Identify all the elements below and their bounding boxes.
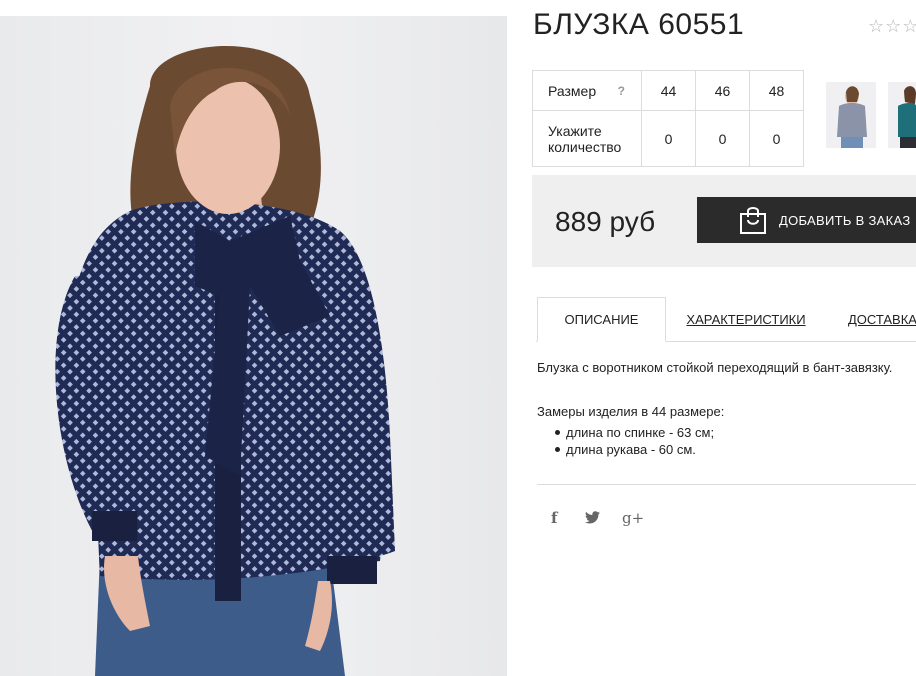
star-icon[interactable]: ☆	[868, 16, 884, 36]
size-44: 44	[641, 70, 696, 111]
shopping-bag-icon	[740, 207, 766, 234]
twitter-icon[interactable]	[585, 509, 600, 524]
quantity-input-48[interactable]: 0	[749, 110, 804, 167]
product-photo[interactable]	[0, 16, 507, 676]
quantity-label: Укажите количество	[532, 110, 642, 167]
section-divider	[537, 484, 916, 485]
measures-title: Замеры изделия в 44 размере:	[537, 404, 725, 419]
facebook-icon[interactable]: f	[551, 509, 557, 527]
size-46: 46	[695, 70, 750, 111]
description-text: Блузка с воротником стойкой переходящий …	[537, 360, 893, 375]
tab-characteristics[interactable]: ХАРАКТЕРИСТИКИ	[686, 297, 805, 342]
tab-description[interactable]: ОПИСАНИЕ	[537, 297, 666, 342]
size-label: Размер	[548, 82, 597, 99]
list-item: длина рукава - 60 см.	[537, 441, 724, 458]
measures-list: длина по спинке - 63 см; длина рукава - …	[537, 424, 724, 458]
add-to-order-button[interactable]: ДОБАВИТЬ В ЗАКАЗ	[697, 197, 916, 243]
google-plus-icon[interactable]: g+	[622, 509, 644, 527]
rating-stars[interactable]: ☆ ☆ ☆	[868, 16, 916, 36]
list-item: длина по спинке - 63 см;	[537, 424, 724, 441]
product-photo-illustration	[55, 46, 395, 676]
star-icon[interactable]: ☆	[902, 16, 916, 36]
size-help-icon[interactable]: ?	[618, 83, 625, 99]
size-label-cell: Размер ?	[532, 70, 642, 111]
quantity-input-44[interactable]: 0	[641, 110, 696, 167]
tab-delivery[interactable]: ДОСТАВКА	[848, 297, 916, 342]
product-title: БЛУЗКА 60551	[533, 8, 745, 41]
quantity-input-46[interactable]: 0	[695, 110, 750, 167]
blouse-grey-thumbnail[interactable]	[826, 82, 876, 148]
price: 889 руб	[555, 206, 656, 237]
add-to-order-label: ДОБАВИТЬ В ЗАКАЗ	[779, 212, 911, 228]
blouse-teal-thumbnail[interactable]	[888, 82, 916, 148]
size-48: 48	[749, 70, 804, 111]
star-icon[interactable]: ☆	[885, 16, 901, 36]
measures-block: Замеры изделия в 44 размере: длина по сп…	[537, 404, 724, 458]
size-table: Размер ? 44 46 48 Укажите количество 0 0…	[532, 70, 804, 167]
price-box: 889 руб ДОБАВИТЬ В ЗАКАЗ	[532, 175, 916, 267]
